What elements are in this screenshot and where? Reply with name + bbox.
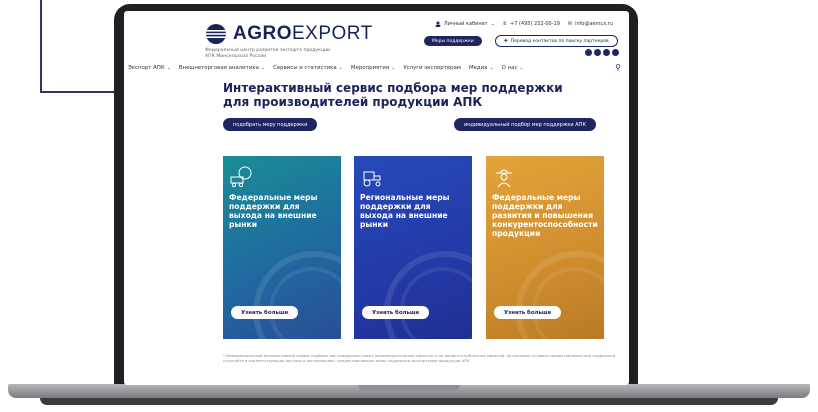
partner-search-button[interactable]: ✚ Перевод контактов по поиску партнеров [495, 35, 618, 47]
plus-icon: ✚ [504, 38, 508, 44]
logo-wordmark: AGROEXPORT [233, 23, 373, 44]
learn-more-button[interactable]: Узнать больше [494, 306, 562, 319]
chevron-down-icon: ⌄ [166, 65, 171, 71]
cabinet-link-label: Личный кабинет [443, 21, 488, 27]
card-regional-export[interactable]: Региональные меры поддержки для выхода н… [354, 156, 472, 339]
phone-number: +7 (495) 232-00-19 [510, 21, 560, 27]
page-title: Интерактивный сервис подбора мер поддерж… [223, 81, 563, 109]
telegram-icon[interactable] [594, 49, 601, 56]
footnote: * Информационный интерактивный сервис по… [223, 353, 616, 363]
nav-item-label: Сервисы и статистика [273, 65, 337, 71]
chevron-down-icon: ⌄ [519, 65, 524, 71]
nav-item-label: Услуги экспортерам [403, 65, 461, 71]
farmer-icon [496, 169, 512, 188]
callout-line-vertical [40, 0, 42, 93]
email-address: info@aemcx.ru [575, 21, 613, 27]
nav-item-label: Внешнеторговая аналитика [178, 65, 259, 71]
email-link[interactable]: ✉ info@aemcx.ru [568, 21, 613, 27]
nav-item-analytics[interactable]: Внешнеторговая аналитика ⌄ [179, 65, 265, 71]
youtube-icon[interactable] [603, 49, 610, 56]
chevron-down-icon: ⌄ [489, 65, 494, 71]
nav-item-media[interactable]: Медиа ⌄ [469, 65, 494, 71]
chevron-down-icon: ⌄ [260, 65, 266, 71]
card-federal-development[interactable]: Федеральные меры поддержки для развития … [486, 156, 604, 339]
social-links [585, 49, 619, 56]
site-logo[interactable]: AGROEXPORT [205, 23, 373, 45]
laptop-screen: AGROEXPORT Федеральный центр развития эк… [124, 11, 629, 385]
nav-item-export[interactable]: Экспорт АПК ⌄ [128, 65, 171, 71]
phone-icon: ✆ [502, 21, 507, 27]
card-title: Федеральные меры поддержки для развития … [492, 193, 598, 238]
search-icon[interactable]: ⚲ [615, 63, 621, 72]
nav-item-label: Медиа [468, 65, 488, 71]
logo-subtitle: Федеральный центр развития экспорта прод… [205, 48, 330, 59]
top-contact-bar: Личный кабинет ⌄ ✆ +7 (495) 232-00-19 ✉ … [435, 21, 613, 27]
truck-globe-icon [230, 166, 252, 188]
nav-item-label: Экспорт АПК [128, 65, 165, 71]
individual-pick-button[interactable]: индивидуальный подбор мер поддержки АПК [454, 118, 596, 131]
card-title: Региональные меры поддержки для выхода н… [360, 193, 450, 229]
learn-more-button[interactable]: Узнать больше [231, 306, 299, 319]
chevron-down-icon: ⌄ [338, 65, 343, 71]
laptop-notch [358, 384, 460, 391]
cabinet-link[interactable]: Личный кабинет ⌄ [435, 21, 495, 27]
card-federal-export[interactable]: Федеральные меры поддержки для выхода на… [223, 156, 341, 339]
nav-item-label: Мероприятия [350, 65, 390, 71]
ok-icon[interactable] [612, 49, 619, 56]
nav-item-label: О нас [501, 65, 518, 71]
nav-item-exporter-services[interactable]: Услуги экспортерам [403, 65, 461, 71]
nav-item-about[interactable]: О нас ⌄ [502, 65, 524, 71]
chevron-down-icon: ⌄ [490, 21, 495, 27]
support-measures-button[interactable]: Меры поддержки [424, 36, 482, 46]
mail-icon: ✉ [567, 21, 573, 27]
vk-icon[interactable] [585, 49, 592, 56]
user-icon [435, 21, 441, 27]
chevron-down-icon: ⌄ [391, 65, 396, 71]
tractor-icon [363, 171, 381, 187]
phone-link[interactable]: ✆ +7 (495) 232-00-19 [503, 21, 560, 27]
laptop-base-shadow [40, 398, 778, 405]
globe-logo-icon [206, 24, 226, 44]
card-title: Федеральные меры поддержки для выхода на… [229, 193, 318, 229]
nav-item-services[interactable]: Сервисы и статистика ⌄ [273, 65, 343, 71]
learn-more-button[interactable]: Узнать больше [362, 306, 430, 319]
partner-search-label: Перевод контактов по поиску партнеров [510, 38, 609, 44]
nav-item-events[interactable]: Мероприятия ⌄ [351, 65, 395, 71]
pick-measure-button[interactable]: подобрать меру поддержки [223, 118, 318, 131]
main-nav: Экспорт АПК ⌄ Внешнеторговая аналитика ⌄ С… [124, 63, 629, 73]
